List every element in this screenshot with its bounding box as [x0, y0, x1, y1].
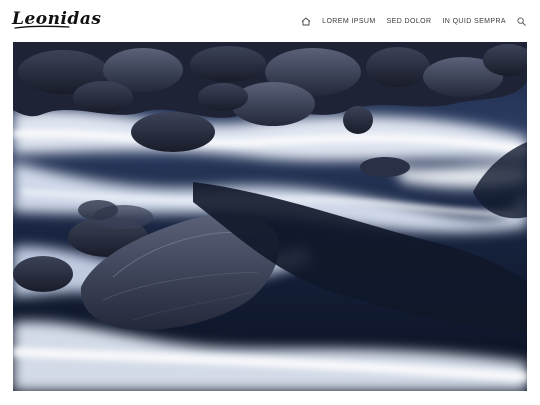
- nav-lorem-ipsum[interactable]: LOREM IPSUM: [322, 18, 375, 25]
- search-icon: [517, 16, 526, 26]
- search-button[interactable]: [517, 16, 526, 26]
- site-header: Leonidas LOREM IPSUM SED DOLOR IN QUID S…: [0, 0, 540, 42]
- nav-in-quid-sempra[interactable]: IN QUID SEMPRA: [442, 18, 506, 25]
- river-rocks-photo: [13, 42, 527, 391]
- nav-sed-dolor[interactable]: SED DOLOR: [387, 18, 432, 25]
- nav-label: SED DOLOR: [386, 17, 432, 25]
- main-navigation: LOREM IPSUM SED DOLOR IN QUID SEMPRA: [301, 14, 526, 28]
- nav-home[interactable]: [301, 17, 311, 26]
- logo-underline: [14, 25, 70, 29]
- home-icon: [301, 17, 311, 26]
- nav-label: IN QUID SEMPRA: [442, 17, 506, 25]
- nav-label: LOREM IPSUM: [322, 17, 376, 25]
- hero-image: [13, 42, 527, 391]
